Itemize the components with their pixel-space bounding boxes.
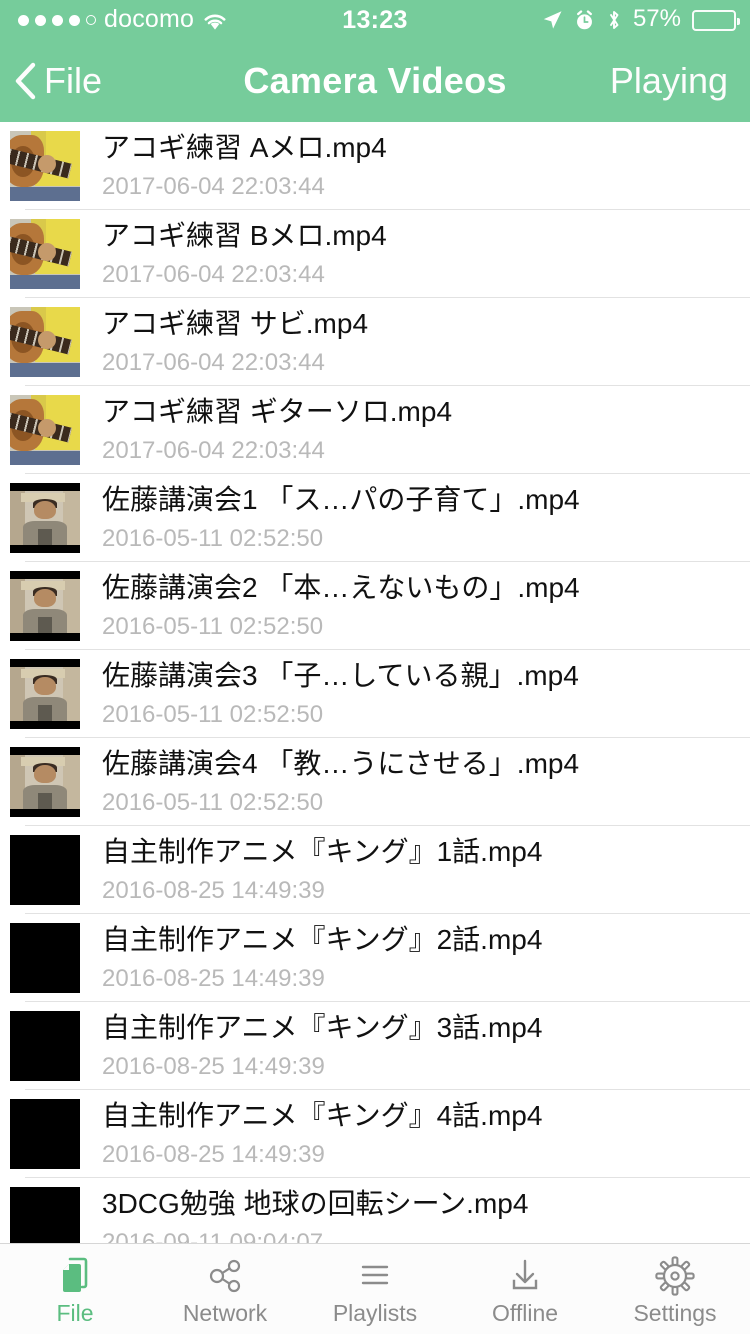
tab-playlists[interactable]: Playlists [300, 1244, 450, 1334]
video-item-text: 佐藤講演会2 「本…えないもの」.mp4 2016-05-11 02:52:50 [102, 572, 580, 641]
video-thumbnail [10, 219, 80, 289]
share-network-icon [203, 1254, 247, 1298]
video-list-item[interactable]: 自主制作アニメ『キング』2話.mp4 2016-08-25 14:49:39 [0, 914, 750, 1002]
video-date: 2016-05-11 02:52:50 [102, 700, 324, 728]
video-title: アコギ練習 Bメロ.mp4 [102, 219, 387, 251]
location-arrow-icon [541, 9, 563, 31]
bluetooth-icon [606, 9, 622, 31]
video-title: 3DCG勉強 地球の回転シーン.mp4 [102, 1187, 529, 1219]
video-thumbnail [10, 659, 80, 729]
video-title: アコギ練習 ギターソロ.mp4 [102, 395, 453, 427]
app-screen: docomo 13:23 57% File Camera Videos Play… [0, 0, 750, 1334]
video-title: 自主制作アニメ『キング』2話.mp4 [102, 923, 543, 955]
tab-label: Playlists [332, 1299, 418, 1326]
video-thumbnail [10, 483, 80, 553]
battery-icon [692, 9, 740, 31]
video-item-text: アコギ練習 Bメロ.mp4 2017-06-04 22:03:44 [102, 220, 387, 289]
video-list-item[interactable]: 自主制作アニメ『キング』3話.mp4 2016-08-25 14:49:39 [0, 1002, 750, 1090]
video-thumbnail [10, 1187, 80, 1244]
video-date: 2016-09-11 09:04:07 [102, 1228, 324, 1244]
video-date: 2016-08-25 14:49:39 [102, 1052, 325, 1080]
video-title: 佐藤講演会3 「子…している親」.mp4 [102, 659, 579, 691]
video-date: 2017-06-04 22:03:44 [102, 436, 325, 464]
video-thumbnail [10, 395, 80, 465]
video-list-item[interactable]: 佐藤講演会2 「本…えないもの」.mp4 2016-05-11 02:52:50 [0, 562, 750, 650]
list-lines-icon [353, 1254, 397, 1298]
video-item-text: 佐藤講演会1 「ス…パの子育て」.mp4 2016-05-11 02:52:50 [102, 484, 580, 553]
video-list-item[interactable]: 自主制作アニメ『キング』1話.mp4 2016-08-25 14:49:39 [0, 826, 750, 914]
video-item-text: 自主制作アニメ『キング』1話.mp4 2016-08-25 14:49:39 [102, 836, 542, 905]
tab-bar: File Network Playlists Offline Settings [0, 1243, 750, 1334]
tab-label: Settings [633, 1299, 717, 1326]
video-list[interactable]: アコギ練習 Aメロ.mp4 2017-06-04 22:03:44 アコギ練習 Bメ… [0, 122, 750, 1244]
video-thumbnail [10, 131, 80, 201]
documents-icon [53, 1254, 97, 1298]
video-thumbnail [10, 1011, 80, 1081]
tab-offline[interactable]: Offline [450, 1244, 600, 1334]
tab-label: File [56, 1299, 94, 1326]
video-list-item[interactable]: 佐藤講演会3 「子…している親」.mp4 2016-05-11 02:52:50 [0, 650, 750, 738]
video-thumbnail [10, 747, 80, 817]
video-list-item[interactable]: 自主制作アニメ『キング』4話.mp4 2016-08-25 14:49:39 [0, 1090, 750, 1178]
video-item-text: 自主制作アニメ『キング』3話.mp4 2016-08-25 14:49:39 [102, 1012, 542, 1081]
video-date: 2016-08-25 14:49:39 [102, 964, 325, 992]
video-item-text: 佐藤講演会4 「教…うにさせる」.mp4 2016-05-11 02:52:50 [102, 748, 579, 817]
video-item-text: アコギ練習 ギターソロ.mp4 2017-06-04 22:03:44 [102, 396, 452, 465]
video-list-item[interactable]: 佐藤講演会1 「ス…パの子育て」.mp4 2016-05-11 02:52:50 [0, 474, 750, 562]
playing-button[interactable]: Playing [610, 40, 728, 122]
video-list-item[interactable]: アコギ練習 サビ.mp4 2017-06-04 22:03:44 [0, 298, 750, 386]
status-bar: docomo 13:23 57% [0, 0, 750, 40]
video-item-text: アコギ練習 Aメロ.mp4 2017-06-04 22:03:44 [102, 132, 387, 201]
video-item-text: 自主制作アニメ『キング』4話.mp4 2016-08-25 14:49:39 [102, 1100, 542, 1169]
video-title: 佐藤講演会1 「ス…パの子育て」.mp4 [102, 483, 580, 515]
video-list-item[interactable]: 3DCG勉強 地球の回転シーン.mp4 2016-09-11 09:04:07 [0, 1178, 750, 1244]
video-item-text: 自主制作アニメ『キング』2話.mp4 2016-08-25 14:49:39 [102, 924, 542, 993]
status-bar-right: 57% [541, 0, 740, 40]
video-date: 2016-05-11 02:52:50 [102, 612, 324, 640]
video-date: 2017-06-04 22:03:44 [102, 260, 325, 288]
battery-percent-label: 57% [632, 5, 681, 32]
video-thumbnail [10, 835, 80, 905]
video-title: アコギ練習 サビ.mp4 [102, 307, 369, 339]
back-button[interactable]: File [14, 40, 102, 122]
video-title: 自主制作アニメ『キング』4話.mp4 [102, 1099, 543, 1131]
video-date: 2016-05-11 02:52:50 [102, 524, 324, 552]
video-date: 2017-06-04 22:03:44 [102, 348, 325, 376]
video-item-text: 3DCG勉強 地球の回転シーン.mp4 2016-09-11 09:04:07 [102, 1188, 528, 1244]
navigation-bar: File Camera Videos Playing [0, 40, 750, 122]
tab-settings[interactable]: Settings [600, 1244, 750, 1334]
video-date: 2016-08-25 14:49:39 [102, 876, 325, 904]
chevron-left-icon [14, 62, 36, 100]
video-list-item[interactable]: アコギ練習 Aメロ.mp4 2017-06-04 22:03:44 [0, 122, 750, 210]
tab-label: Offline [491, 1299, 559, 1326]
video-date: 2016-05-11 02:52:50 [102, 788, 324, 816]
video-thumbnail [10, 307, 80, 377]
tab-network[interactable]: Network [150, 1244, 300, 1334]
video-title: 佐藤講演会2 「本…えないもの」.mp4 [102, 571, 580, 603]
back-button-label: File [44, 60, 103, 101]
video-title: 佐藤講演会4 「教…うにさせる」.mp4 [102, 747, 580, 779]
gear-icon [653, 1254, 697, 1298]
alarm-clock-icon [574, 9, 595, 31]
video-list-item[interactable]: 佐藤講演会4 「教…うにさせる」.mp4 2016-05-11 02:52:50 [0, 738, 750, 826]
video-date: 2017-06-04 22:03:44 [102, 172, 325, 200]
video-title: アコギ練習 Aメロ.mp4 [102, 131, 387, 163]
video-thumbnail [10, 1099, 80, 1169]
video-list-item[interactable]: アコギ練習 Bメロ.mp4 2017-06-04 22:03:44 [0, 210, 750, 298]
video-list-item[interactable]: アコギ練習 ギターソロ.mp4 2017-06-04 22:03:44 [0, 386, 750, 474]
video-title: 自主制作アニメ『キング』1話.mp4 [102, 835, 543, 867]
download-arrow-icon [503, 1254, 547, 1298]
tab-label: Network [182, 1299, 268, 1326]
video-date: 2016-08-25 14:49:39 [102, 1140, 325, 1168]
video-item-text: アコギ練習 サビ.mp4 2017-06-04 22:03:44 [102, 308, 368, 377]
video-thumbnail [10, 571, 80, 641]
video-title: 自主制作アニメ『キング』3話.mp4 [102, 1011, 543, 1043]
tab-file[interactable]: File [0, 1244, 150, 1334]
video-thumbnail [10, 923, 80, 993]
video-item-text: 佐藤講演会3 「子…している親」.mp4 2016-05-11 02:52:50 [102, 660, 579, 729]
